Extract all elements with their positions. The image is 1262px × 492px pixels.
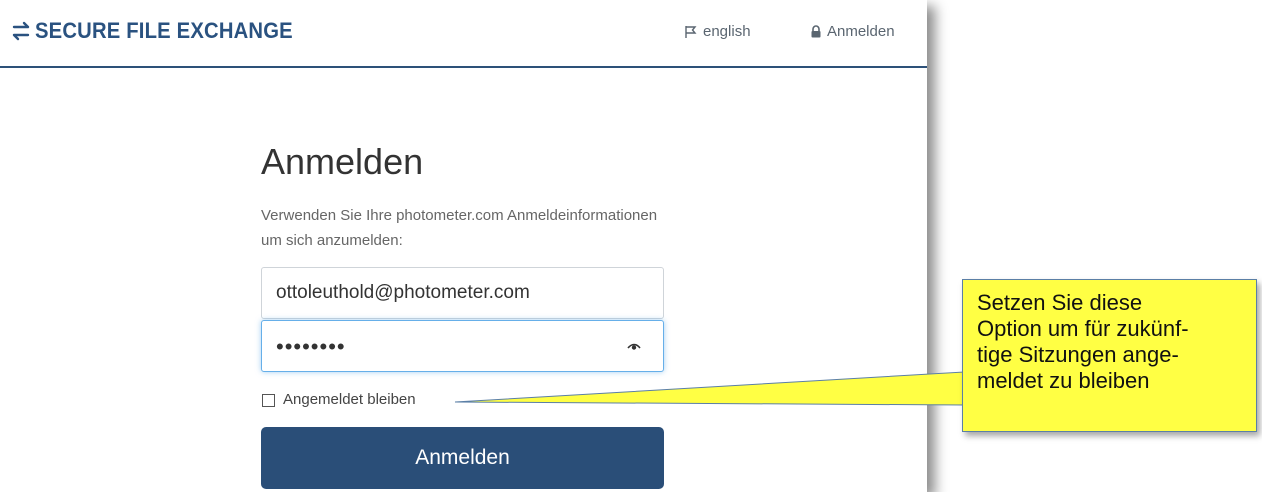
annotation-callout: Setzen Sie diese Option um für zukünf- t… <box>962 279 1257 432</box>
callout-text: Setzen Sie diese Option um für zukünf- t… <box>977 290 1189 393</box>
